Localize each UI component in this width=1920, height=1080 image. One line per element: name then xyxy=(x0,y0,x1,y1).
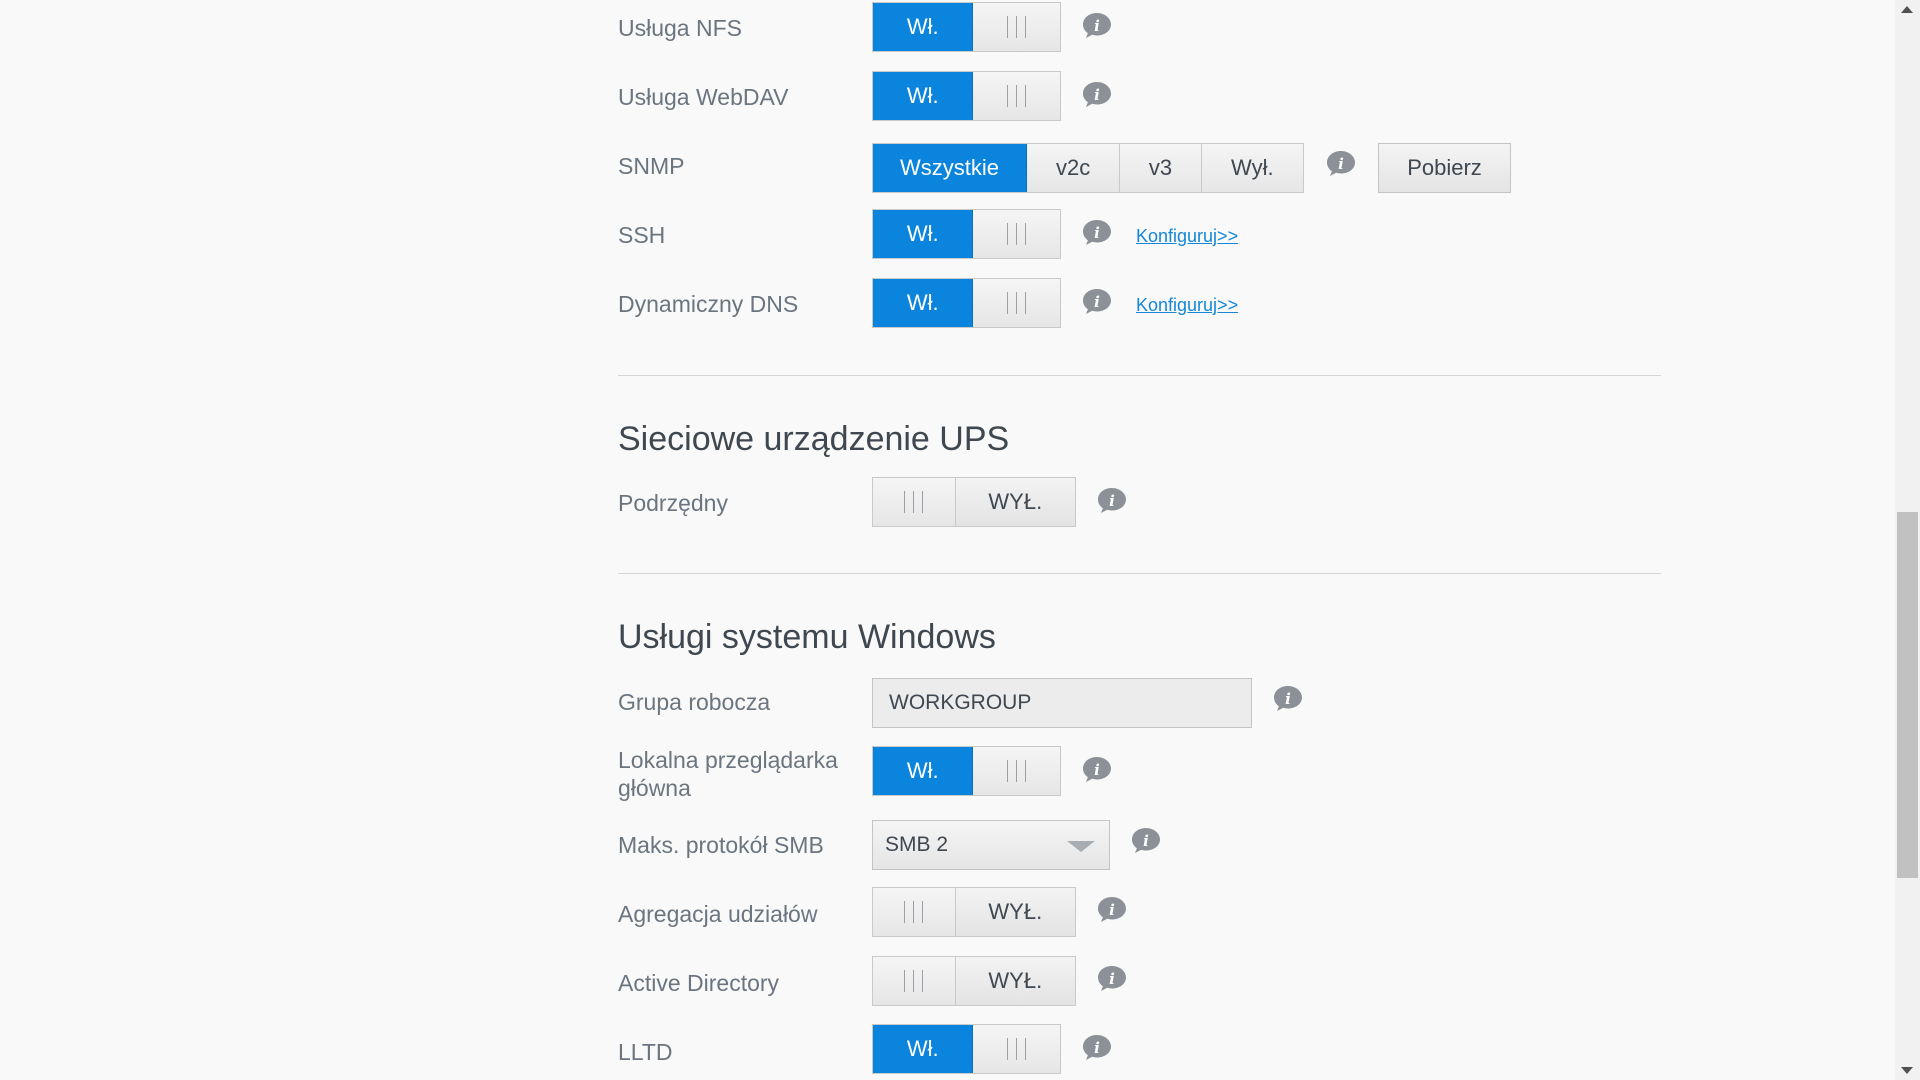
ddns-configure-link[interactable]: Konfiguruj>> xyxy=(1136,295,1238,316)
local-master-browser-toggle[interactable]: Wł. xyxy=(872,746,1061,796)
info-icon[interactable]: i xyxy=(1082,81,1112,108)
max-smb-label: Maks. protokół SMB xyxy=(618,832,824,858)
snmp-option-off[interactable]: Wył. xyxy=(1201,144,1303,192)
snmp-option-v2c[interactable]: v2c xyxy=(1026,144,1121,192)
svg-text:i: i xyxy=(1094,761,1100,779)
info-icon[interactable]: i xyxy=(1326,150,1356,177)
webdav-label: Usługa WebDAV xyxy=(618,84,789,110)
workgroup-input[interactable]: WORKGROUP xyxy=(872,678,1252,728)
ddns-label: Dynamiczny DNS xyxy=(618,291,799,317)
max-smb-selected-value: SMB 2 xyxy=(885,833,949,856)
active-directory-toggle[interactable]: WYŁ. xyxy=(872,956,1076,1006)
toggle-grip xyxy=(973,747,1060,795)
toggle-grip xyxy=(973,1025,1060,1073)
ddns-toggle-state: Wł. xyxy=(873,279,974,327)
nfs-label: Usługa NFS xyxy=(618,15,742,41)
max-smb-select[interactable]: SMB 2 xyxy=(872,820,1110,870)
info-icon[interactable]: i xyxy=(1097,487,1127,514)
svg-text:i: i xyxy=(1094,17,1100,35)
ssh-configure-link[interactable]: Konfiguruj>> xyxy=(1136,226,1238,247)
share-aggregation-toggle-state: WYŁ. xyxy=(955,888,1075,936)
toggle-grip xyxy=(973,3,1060,51)
ups-slave-toggle[interactable]: WYŁ. xyxy=(872,477,1076,527)
svg-text:i: i xyxy=(1109,901,1115,919)
toggle-grip xyxy=(973,210,1060,258)
toggle-grip xyxy=(873,957,956,1005)
snmp-option-all[interactable]: Wszystkie xyxy=(873,144,1027,192)
info-icon[interactable]: i xyxy=(1082,288,1112,315)
scroll-down-arrow-icon[interactable] xyxy=(1901,1067,1913,1074)
active-directory-label: Active Directory xyxy=(618,970,780,996)
info-icon[interactable]: i xyxy=(1082,1034,1112,1061)
info-icon[interactable]: i xyxy=(1131,827,1161,854)
lltd-toggle[interactable]: Wł. xyxy=(872,1024,1061,1074)
snmp-option-v3[interactable]: v3 xyxy=(1120,144,1202,192)
nfs-toggle[interactable]: Wł. xyxy=(872,2,1061,52)
lltd-label: LLTD xyxy=(618,1039,673,1065)
ddns-toggle[interactable]: Wł. xyxy=(872,278,1061,328)
ups-section-title: Sieciowe urządzenie UPS xyxy=(618,420,1010,458)
toggle-grip xyxy=(973,279,1060,327)
active-directory-toggle-state: WYŁ. xyxy=(955,957,1075,1005)
svg-text:i: i xyxy=(1143,832,1149,850)
svg-text:i: i xyxy=(1338,155,1344,173)
nfs-toggle-state: Wł. xyxy=(873,3,974,51)
ups-slave-label: Podrzędny xyxy=(618,490,728,516)
info-icon[interactable]: i xyxy=(1082,12,1112,39)
lltd-toggle-state: Wł. xyxy=(873,1025,974,1073)
info-icon[interactable]: i xyxy=(1097,896,1127,923)
ssh-toggle-state: Wł. xyxy=(873,210,974,258)
svg-text:i: i xyxy=(1109,970,1115,988)
info-icon[interactable]: i xyxy=(1097,965,1127,992)
workgroup-label: Grupa robocza xyxy=(618,689,771,715)
snmp-label: SNMP xyxy=(618,153,685,179)
svg-text:i: i xyxy=(1094,224,1100,242)
info-icon[interactable]: i xyxy=(1082,219,1112,246)
snmp-segmented-control: Wszystkie v2c v3 Wył. xyxy=(872,143,1304,193)
webdav-toggle[interactable]: Wł. xyxy=(872,71,1061,121)
chevron-down-icon xyxy=(1067,841,1095,852)
scrollbar-thumb[interactable] xyxy=(1897,512,1918,878)
svg-text:i: i xyxy=(1109,492,1115,510)
share-aggregation-label: Agregacja udziałów xyxy=(618,901,818,927)
svg-text:i: i xyxy=(1094,293,1100,311)
vertical-scrollbar[interactable] xyxy=(1895,0,1920,1080)
scroll-up-arrow-icon[interactable] xyxy=(1901,6,1913,13)
windows-section-title: Usługi systemu Windows xyxy=(618,618,996,656)
toggle-grip xyxy=(873,478,956,526)
section-divider xyxy=(618,573,1661,574)
toggle-grip xyxy=(973,72,1060,120)
section-divider xyxy=(618,375,1661,376)
svg-text:i: i xyxy=(1094,1039,1100,1057)
toggle-grip xyxy=(873,888,956,936)
ups-slave-toggle-state: WYŁ. xyxy=(955,478,1075,526)
snmp-download-button[interactable]: Pobierz xyxy=(1378,143,1511,193)
ssh-label: SSH xyxy=(618,222,666,248)
info-icon[interactable]: i xyxy=(1082,756,1112,783)
info-icon[interactable]: i xyxy=(1273,685,1303,712)
settings-content: Usługa NFS Wł. i Usługa WebDAV Wł. i SNM… xyxy=(0,0,1895,1080)
ssh-toggle[interactable]: Wł. xyxy=(872,209,1061,259)
local-master-browser-label: Lokalna przeglądarka główna xyxy=(618,747,838,801)
svg-text:i: i xyxy=(1285,690,1291,708)
local-master-browser-toggle-state: Wł. xyxy=(873,747,974,795)
share-aggregation-toggle[interactable]: WYŁ. xyxy=(872,887,1076,937)
webdav-toggle-state: Wł. xyxy=(873,72,974,120)
svg-text:i: i xyxy=(1094,86,1100,104)
